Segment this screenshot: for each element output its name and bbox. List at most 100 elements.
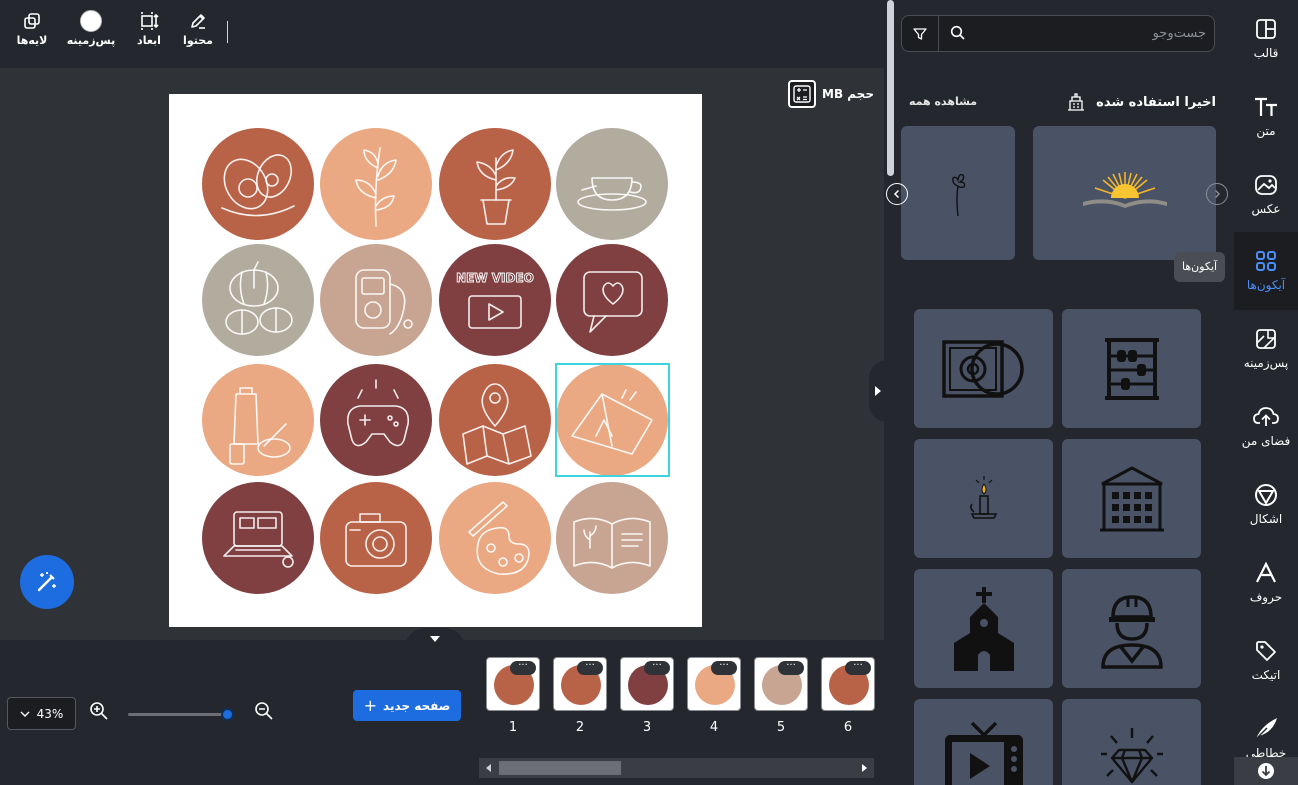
paint-palette-drawing [468, 501, 530, 575]
icons-grid-icon [1234, 246, 1298, 276]
page-thumbnail[interactable]: ··· [821, 657, 875, 711]
page-thumbnail[interactable]: ··· [687, 657, 741, 711]
tv-icon[interactable] [914, 699, 1053, 785]
abacus-icon[interactable] [1062, 309, 1201, 428]
more-options-icon[interactable]: ··· [778, 661, 804, 675]
building-icon[interactable] [1062, 439, 1201, 558]
design-circle-camera[interactable] [320, 482, 432, 594]
zoom-slider-track[interactable] [128, 713, 230, 716]
canvas-area: NEW VIDEO حجم MB [0, 68, 887, 640]
zoom-in-icon [90, 702, 108, 720]
more-options-icon[interactable]: ··· [510, 661, 536, 675]
calculator-icon[interactable] [788, 80, 816, 108]
sidebar-label: اشکال [1249, 512, 1283, 526]
page-thumbnail[interactable]: ··· [486, 657, 540, 711]
design-circle-open-book[interactable] [556, 482, 668, 594]
new-page-button[interactable]: صفحه جدید + [353, 690, 461, 721]
cd-player-icon[interactable] [914, 309, 1053, 428]
sidebar-item-photos[interactable]: عکس [1234, 156, 1298, 234]
design-circle-pumpkins[interactable] [202, 244, 314, 356]
design-circle-laptop[interactable] [202, 482, 314, 594]
panel-scrollbar[interactable] [887, 0, 894, 176]
sidebar-item-my-space[interactable]: فضای من [1234, 388, 1298, 466]
sidebar-item-shapes[interactable]: اشکال [1234, 466, 1298, 544]
design-circle-heart-message[interactable] [556, 244, 668, 356]
content-tool-label: محتوا [183, 34, 213, 47]
file-size-indicator[interactable]: حجم MB [788, 80, 874, 108]
zoom-slider-thumb[interactable] [221, 708, 234, 721]
design-circle-music-player[interactable] [320, 244, 432, 356]
scroll-left-icon[interactable] [483, 762, 495, 774]
background-icon [1234, 324, 1298, 354]
sidebar-item-backgrounds[interactable]: پس‌زمینه [1234, 310, 1298, 388]
pages-scrollbar[interactable] [479, 758, 874, 778]
photo-icon [1234, 170, 1298, 200]
layers-tool-label: لایه‌ها [16, 34, 48, 47]
sunrise-book-icon[interactable] [1033, 126, 1216, 260]
zoom-out-button[interactable] [252, 699, 276, 723]
flower-sketch-icon[interactable] [901, 126, 1015, 260]
letters-icon [1234, 558, 1298, 588]
pages-toggle-button[interactable] [404, 628, 466, 650]
plus-icon: + [363, 696, 378, 715]
sidebar-item-stickers[interactable]: اتیکت [1234, 622, 1298, 700]
page-thumbnail[interactable]: ··· [553, 657, 607, 711]
more-options-icon[interactable]: ··· [711, 661, 737, 675]
layers-tool-button[interactable]: لایه‌ها [7, 8, 57, 47]
background-tool-button[interactable]: پس‌زمینه [66, 8, 116, 47]
design-circle-avocado[interactable] [202, 128, 314, 240]
more-options-icon[interactable]: ··· [845, 661, 871, 675]
zoom-in-button[interactable] [87, 699, 111, 723]
laptop-drawing [223, 511, 294, 568]
zoom-level-select[interactable]: 43% [7, 697, 76, 730]
background-tool-label: پس‌زمینه [66, 34, 116, 47]
template-icon [1234, 14, 1298, 44]
selection-box[interactable] [555, 363, 670, 477]
layers-icon [7, 8, 57, 34]
design-circle-new-video[interactable]: NEW VIDEO [439, 244, 551, 356]
design-artboard[interactable]: NEW VIDEO [169, 94, 702, 627]
design-circle-paint-palette[interactable] [439, 482, 551, 594]
design-circle-map-pin[interactable] [439, 364, 551, 476]
more-options-icon[interactable]: ··· [577, 661, 603, 675]
content-tool-button[interactable]: محتوا [173, 8, 223, 47]
sidebar-item-letters[interactable]: حروف [1234, 544, 1298, 622]
resize-icon [124, 8, 174, 34]
svg-text:NEW VIDEO: NEW VIDEO [456, 271, 534, 285]
potted-plant-drawing [476, 149, 516, 225]
magic-wand-button[interactable] [20, 555, 74, 609]
design-circle-plant-branch[interactable] [320, 128, 432, 240]
recent-next-button[interactable] [1206, 183, 1228, 205]
view-all-link[interactable]: مشاهده همه [909, 95, 977, 108]
sidebar-item-templates[interactable]: قالب [1234, 0, 1298, 78]
search-input[interactable] [974, 22, 1206, 45]
page-thumbnail[interactable]: ··· [754, 657, 808, 711]
recent-prev-button[interactable] [886, 183, 908, 205]
page-thumbnail[interactable]: ··· [620, 657, 674, 711]
scroll-right-icon[interactable] [858, 762, 870, 774]
design-circle-potted-plant[interactable] [439, 128, 551, 240]
dimensions-tool-button[interactable]: ابعاد [124, 8, 174, 47]
chevron-right-icon [875, 386, 881, 396]
more-options-icon[interactable]: ··· [644, 661, 670, 675]
music-player-drawing [355, 269, 413, 335]
dimensions-tool-label: ابعاد [137, 34, 161, 47]
plant-branch-drawing [355, 147, 397, 227]
toolbar-divider [227, 21, 228, 43]
game-controller-drawing [346, 379, 410, 447]
design-circle-tea-cup[interactable] [556, 128, 668, 240]
diamond-icon[interactable] [1062, 699, 1201, 785]
design-circle-cosmetics[interactable] [202, 364, 314, 476]
filter-button[interactable] [902, 16, 939, 51]
scrollbar-thumb[interactable] [499, 761, 621, 775]
sidebar-item-text[interactable]: متن [1234, 78, 1298, 156]
sidebar-item-icons[interactable]: آیکون‌ها [1234, 232, 1298, 310]
main-sidebar: قالب متن عکس آیکون‌ها پس‌زمینه فضای من ا… [1234, 0, 1298, 785]
sidebar-scroll-down-button[interactable] [1234, 757, 1298, 785]
design-circle-game-controller[interactable] [320, 364, 432, 476]
church-icon[interactable] [914, 569, 1053, 688]
zoom-out-icon [255, 702, 273, 720]
construction-worker-icon[interactable] [1062, 569, 1201, 688]
candle-icon[interactable] [914, 439, 1053, 558]
background-color-icon [66, 8, 116, 34]
